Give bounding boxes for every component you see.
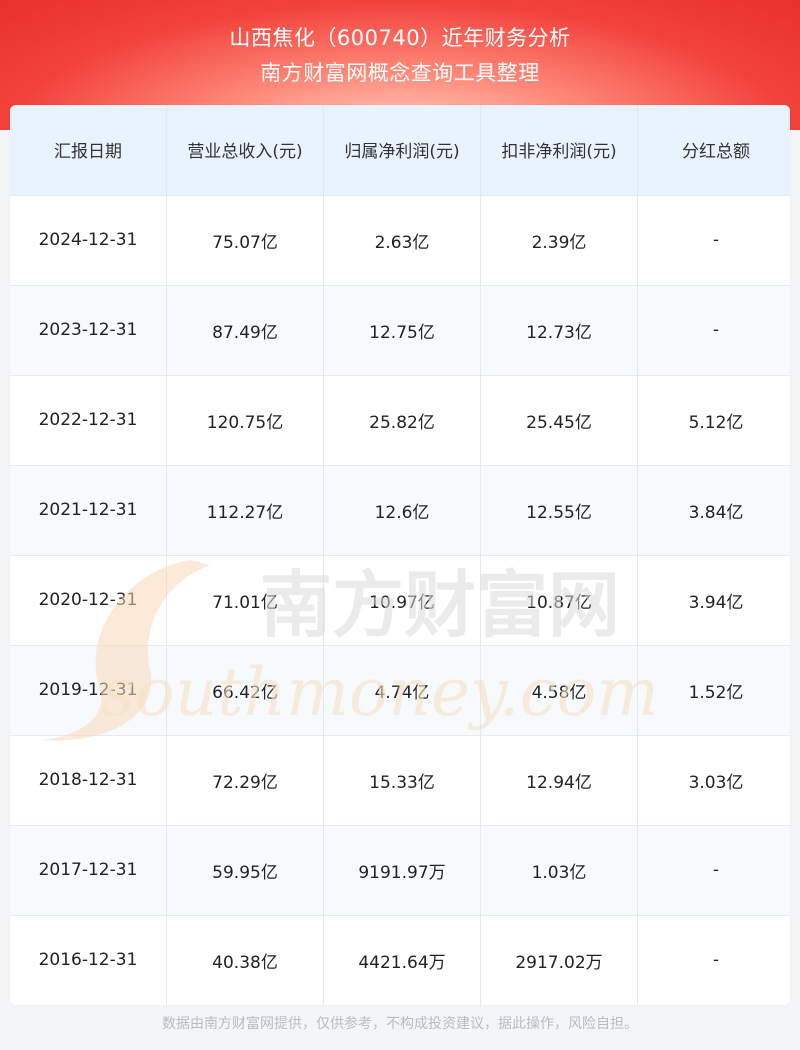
- cell-net-profit: 12.6亿: [323, 465, 481, 555]
- cell-date: 2024-12-31: [10, 195, 167, 285]
- financial-table: 汇报日期 营业总收入(元) 归属净利润(元) 扣非净利润(元) 分红总额 202…: [10, 105, 790, 1005]
- cell-date: 2023-12-31: [10, 285, 167, 375]
- footer-disclaimer: 数据由南方财富网提供，仅供参考，不构成投资建议，据此操作，风险自担。: [162, 1016, 638, 1032]
- cell-deducted-profit: 10.87亿: [480, 555, 638, 645]
- cell-revenue: 59.95亿: [166, 825, 324, 915]
- cell-date: 2016-12-31: [10, 915, 167, 1005]
- cell-dividend: 3.84亿: [688, 502, 744, 523]
- cell-dividend: 5.12亿: [688, 412, 744, 433]
- cell-net-profit: 10.97亿: [323, 555, 481, 645]
- table-row: 2021-12-31 112.27亿 12.6亿 12.55亿 3.84亿: [10, 465, 790, 555]
- cell-deducted-profit: 4.58亿: [480, 645, 638, 735]
- cell-revenue: 71.01亿: [166, 555, 324, 645]
- cell-revenue: 120.75亿: [166, 375, 324, 465]
- cell-revenue: 66.42亿: [166, 645, 324, 735]
- cell-deducted-profit: 12.73亿: [480, 285, 638, 375]
- financial-table-card: 汇报日期 营业总收入(元) 归属净利润(元) 扣非净利润(元) 分红总额 202…: [10, 105, 790, 1005]
- cell-net-profit: 4421.64万: [323, 915, 481, 1005]
- cell-date: 2022-12-31: [10, 375, 167, 465]
- column-header-date: 汇报日期: [10, 105, 167, 195]
- column-header-net-profit: 归属净利润(元): [323, 105, 481, 195]
- cell-net-profit: 9191.97万: [323, 825, 481, 915]
- cell-deducted-profit: 2.39亿: [480, 195, 638, 285]
- cell-dividend: 3.94亿: [688, 592, 744, 613]
- cell-net-profit: 25.82亿: [323, 375, 481, 465]
- cell-dividend: -: [712, 230, 720, 250]
- table-row: 2020-12-31 71.01亿 10.97亿 10.87亿 3.94亿: [10, 555, 790, 645]
- cell-date: 2021-12-31: [10, 465, 167, 555]
- cell-net-profit: 4.74亿: [323, 645, 481, 735]
- table-row: 2016-12-31 40.38亿 4421.64万 2917.02万 -: [10, 915, 790, 1005]
- cell-date: 2019-12-31: [10, 645, 167, 735]
- cell-date: 2020-12-31: [10, 555, 167, 645]
- cell-revenue: 112.27亿: [166, 465, 324, 555]
- table-header-row: 汇报日期 营业总收入(元) 归属净利润(元) 扣非净利润(元) 分红总额: [10, 105, 790, 195]
- cell-revenue: 87.49亿: [166, 285, 324, 375]
- table-row: 2017-12-31 59.95亿 9191.97万 1.03亿 -: [10, 825, 790, 915]
- cell-dividend: 3.03亿: [688, 772, 744, 793]
- cell-dividend: -: [712, 320, 720, 340]
- cell-deducted-profit: 25.45亿: [480, 375, 638, 465]
- cell-deducted-profit: 12.94亿: [480, 735, 638, 825]
- cell-date: 2017-12-31: [10, 825, 167, 915]
- cell-revenue: 72.29亿: [166, 735, 324, 825]
- cell-dividend: -: [712, 950, 720, 971]
- cell-net-profit: 15.33亿: [323, 735, 481, 825]
- cell-dividend: 1.52亿: [688, 682, 744, 703]
- cell-net-profit: 12.75亿: [323, 285, 481, 375]
- column-header-dividend: 分红总额: [682, 142, 750, 163]
- cell-net-profit: 2.63亿: [323, 195, 481, 285]
- column-header-revenue: 营业总收入(元): [166, 105, 324, 195]
- cell-revenue: 75.07亿: [166, 195, 324, 285]
- page-title: 山西焦化（600740）近年财务分析: [229, 26, 571, 50]
- cell-deducted-profit: 12.55亿: [480, 465, 638, 555]
- table-row: 2023-12-31 87.49亿 12.75亿 12.73亿 -: [10, 285, 790, 375]
- table-row: 2022-12-31 120.75亿 25.82亿 25.45亿 5.12亿: [10, 375, 790, 465]
- cell-deducted-profit: 1.03亿: [480, 825, 638, 915]
- cell-dividend: -: [712, 860, 720, 880]
- column-header-deducted-profit: 扣非净利润(元): [480, 105, 638, 195]
- cell-deducted-profit: 2917.02万: [480, 915, 638, 1005]
- page-subtitle: 南方财富网概念查询工具整理: [260, 61, 540, 85]
- table-row: 2018-12-31 72.29亿 15.33亿 12.94亿 3.03亿: [10, 735, 790, 825]
- table-row: 2019-12-31 66.42亿 4.74亿 4.58亿 1.52亿: [10, 645, 790, 735]
- table-row: 2024-12-31 75.07亿 2.63亿 2.39亿 -: [10, 195, 790, 285]
- cell-date: 2018-12-31: [10, 735, 167, 825]
- cell-revenue: 40.38亿: [166, 915, 324, 1005]
